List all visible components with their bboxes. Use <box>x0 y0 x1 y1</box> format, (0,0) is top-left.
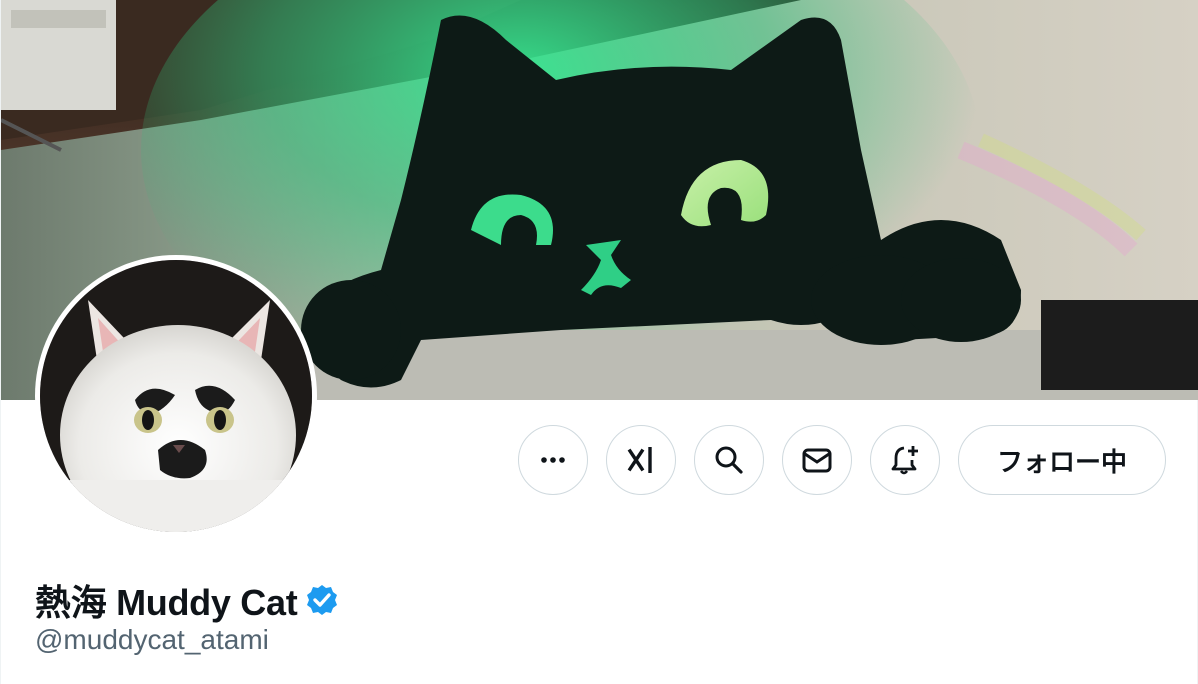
more-horizontal-icon <box>537 444 569 476</box>
following-button[interactable]: フォロー中 <box>958 425 1166 495</box>
grok-icon <box>624 443 658 477</box>
verified-badge-icon[interactable] <box>305 583 339 617</box>
display-name: 熱海 Muddy Cat <box>35 582 298 623</box>
profile-name-row: 熱海 Muddy Cat <box>35 574 339 626</box>
following-button-label: フォロー中 <box>996 446 1127 477</box>
more-button[interactable] <box>518 425 588 495</box>
bell-plus-icon <box>888 443 922 477</box>
search-button[interactable] <box>694 425 764 495</box>
notifications-button[interactable] <box>870 425 940 495</box>
search-icon <box>712 443 746 477</box>
grok-button[interactable] <box>606 425 676 495</box>
message-button[interactable] <box>782 425 852 495</box>
envelope-icon <box>800 443 834 477</box>
profile-header: フォロー中 熱海 Muddy Cat @muddycat_atami <box>0 0 1198 684</box>
profile-actions: フォロー中 <box>1 425 1198 497</box>
profile-handle: @muddycat_atami <box>35 624 269 655</box>
